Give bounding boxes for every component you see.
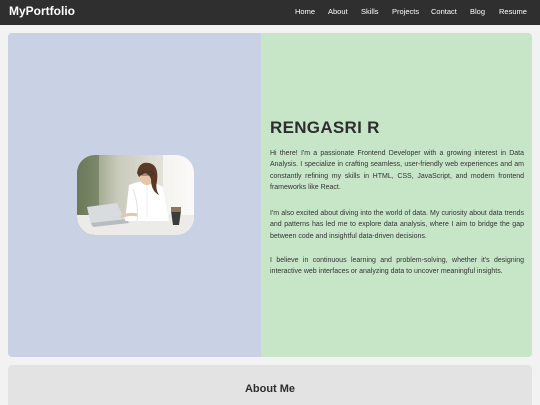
- about-title: About Me: [244, 383, 296, 395]
- hero-section: RENGASRI R Hi there! I'm a passionate Fr…: [8, 33, 532, 357]
- nav-links: Home About Skills Projects Contact Blog …: [0, 0, 540, 25]
- nav-link-contact[interactable]: Contact: [431, 7, 457, 16]
- nav-link-home[interactable]: Home: [295, 7, 315, 16]
- hero-intro-panel: RENGASRI R Hi there! I'm a passionate Fr…: [261, 33, 532, 357]
- hero-image-panel: [8, 33, 261, 357]
- profile-photo-illustration: [77, 155, 194, 235]
- about-section: About Me: [8, 365, 532, 405]
- profile-photo: [77, 155, 194, 235]
- nav-link-projects[interactable]: Projects: [392, 7, 419, 16]
- nav-link-skills[interactable]: Skills: [361, 7, 379, 16]
- nav-link-resume[interactable]: Resume: [499, 7, 527, 16]
- intro-paragraph-3: I believe in continuous learning and pro…: [270, 257, 524, 276]
- nav-link-blog[interactable]: Blog: [470, 7, 485, 16]
- nav-link-about[interactable]: About: [328, 7, 348, 16]
- intro-paragraph-1: Hi there! I'm a passionate Frontend Deve…: [270, 150, 524, 191]
- intro-paragraph-2: I'm also excited about diving into the w…: [270, 210, 524, 240]
- hero-name: RENGASRI R: [270, 118, 380, 137]
- navbar: MyPortfolio Home About Skills Projects C…: [0, 0, 540, 25]
